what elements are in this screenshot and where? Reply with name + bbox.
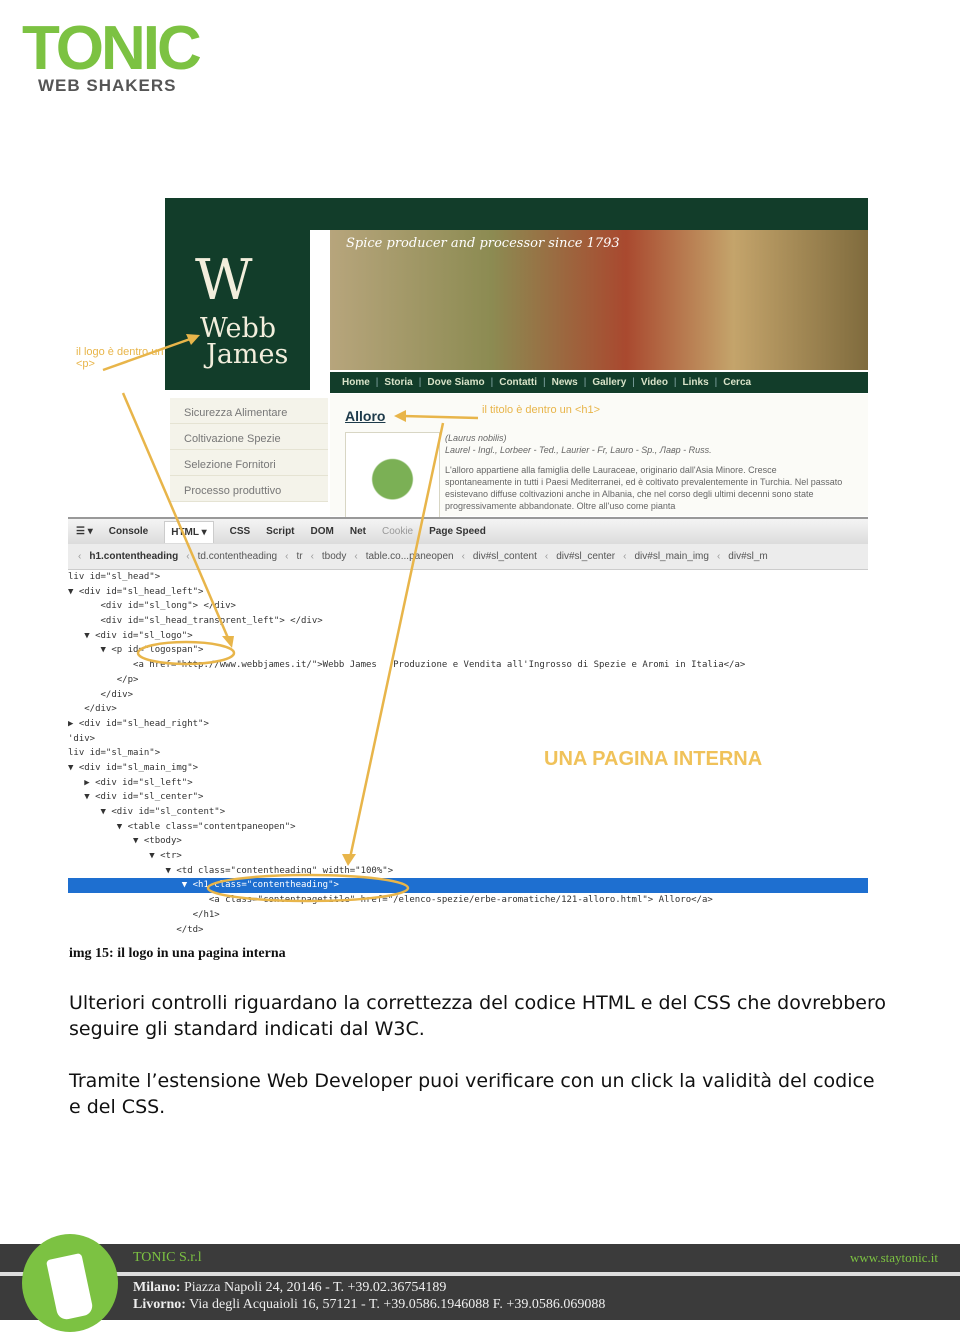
- logo-main-text: TONIC: [22, 14, 202, 83]
- footer: TONIC S.r.l www.staytonic.it Milano: Pia…: [0, 1244, 960, 1320]
- milano-label: Milano:: [133, 1280, 181, 1295]
- annotation-arrows: [102, 334, 479, 903]
- footer-website[interactable]: www.staytonic.it: [850, 1250, 938, 1266]
- shaker-logo-icon: [22, 1234, 118, 1332]
- livorno-address: Via degli Acquaioli 16, 57121 - T. +39.0…: [189, 1297, 606, 1312]
- milano-address: Piazza Napoli 24, 20146 - T. +39.02.3675…: [183, 1280, 447, 1295]
- arrowhead-icon: [342, 854, 356, 866]
- paragraph: Tramite l’estensione Web Developer puoi …: [69, 1070, 875, 1118]
- arrowhead-icon: [394, 410, 406, 422]
- arrow-to-logo: [102, 336, 194, 372]
- arrow-to-h1-tag: [348, 422, 445, 859]
- footer-company: TONIC S.r.l: [133, 1250, 202, 1265]
- arrow-to-p-tag: [121, 392, 230, 639]
- figure-screenshot: Spice producer and processor since 1793 …: [68, 198, 868, 940]
- highlight-p-tag: [136, 640, 236, 666]
- footer-address-milano: Milano: Piazza Napoli 24, 20146 - T. +39…: [133, 1280, 446, 1296]
- livorno-label: Livorno:: [133, 1297, 186, 1312]
- figure-caption: img 15: il logo in una pagina interna: [69, 946, 286, 961]
- logo-sub-text: WEB SHAKERS: [38, 76, 177, 95]
- tonic-logo: TONIC WEB SHAKERS: [22, 18, 232, 98]
- highlight-h1-tag: [206, 873, 410, 903]
- footer-address-livorno: Livorno: Via degli Acquaioli 16, 57121 -…: [133, 1297, 605, 1313]
- footer-divider: [0, 1272, 960, 1276]
- paragraph: Ulteriori controlli riguardano la corret…: [69, 992, 887, 1040]
- arrow-to-title: [402, 414, 479, 420]
